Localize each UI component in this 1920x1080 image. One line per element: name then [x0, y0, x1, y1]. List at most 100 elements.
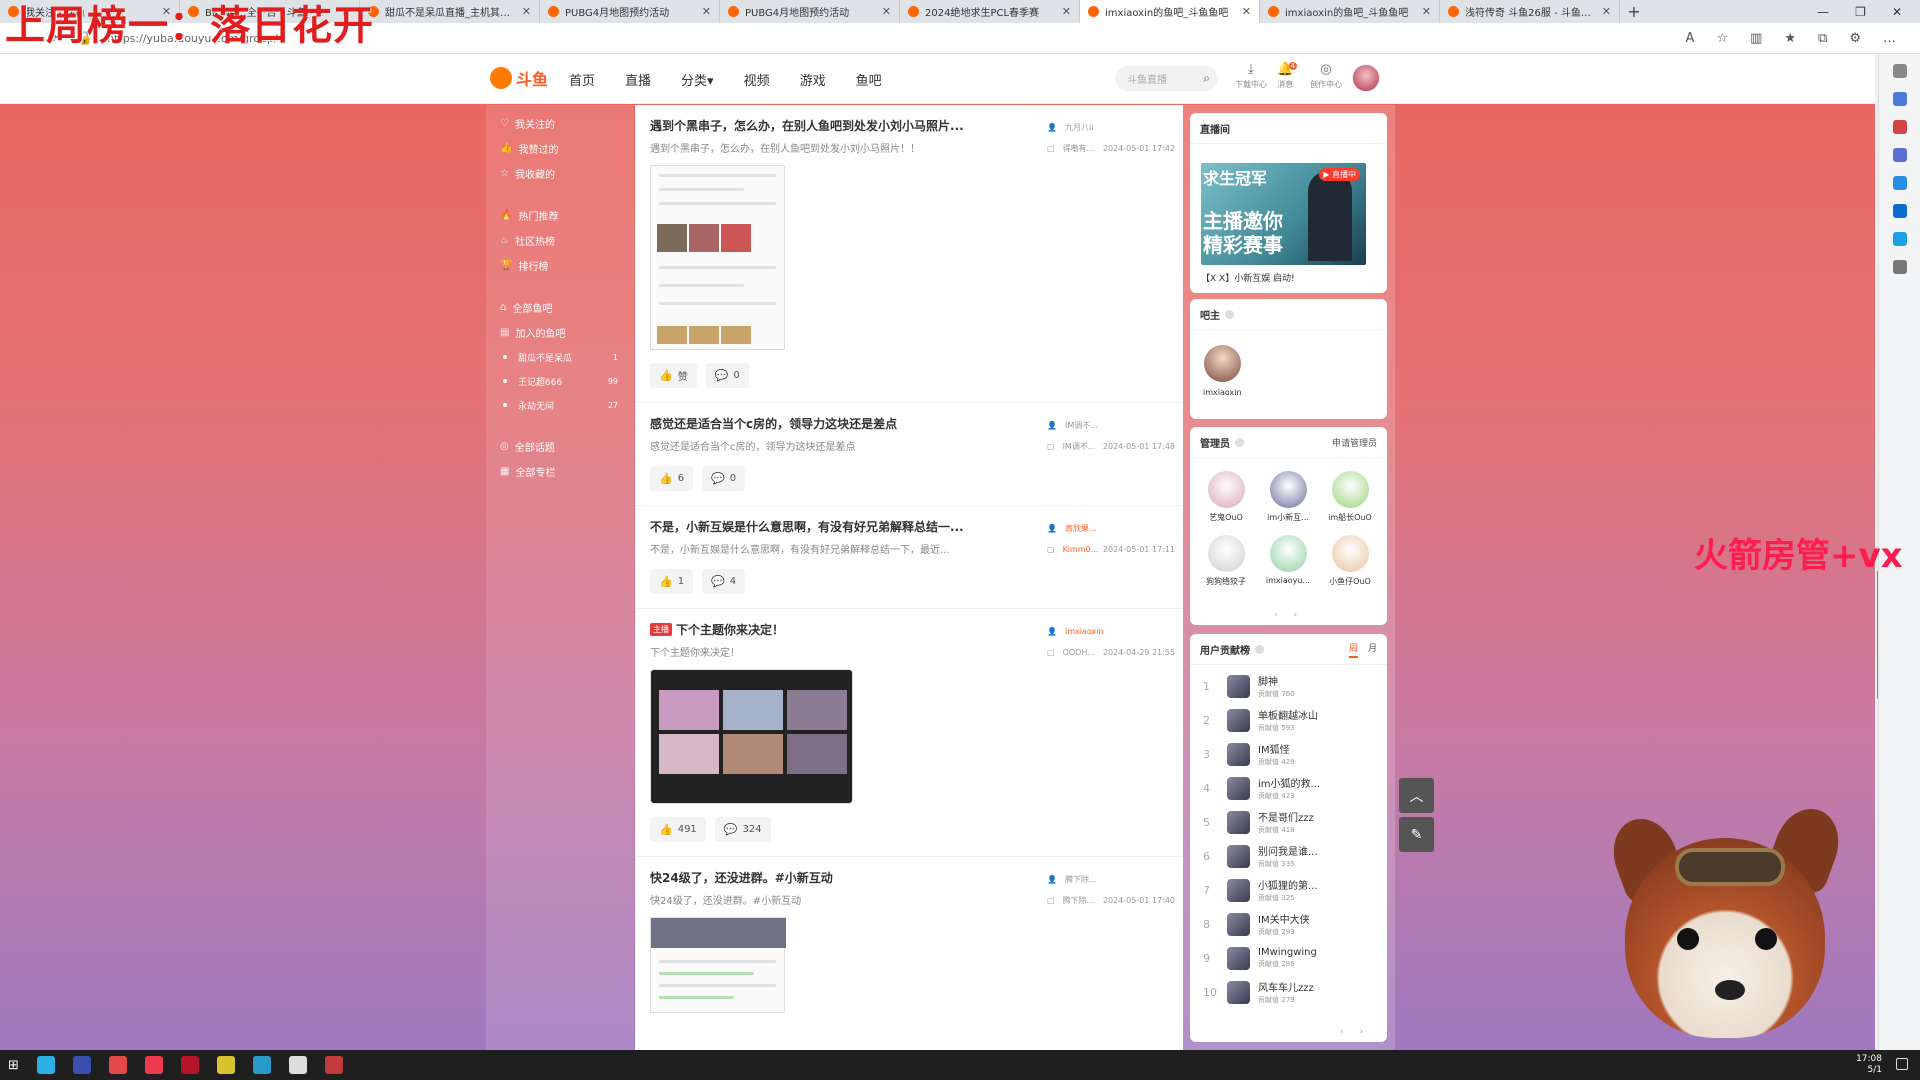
more-icon[interactable]: …	[1883, 31, 1896, 46]
left-menu-item[interactable]: ♡ 我关注的	[486, 111, 634, 136]
ranking-name[interactable]: 别问我是谁...	[1258, 843, 1318, 858]
left-menu-item[interactable]: ♨ 社区热榜	[486, 228, 634, 253]
post-image[interactable]	[650, 669, 853, 804]
moderator-avatar[interactable]	[1269, 471, 1307, 508]
ranking-name[interactable]: IMwingwing	[1258, 947, 1317, 958]
left-menu-item[interactable]: ◎ 全部话题	[486, 434, 634, 459]
moderator[interactable]: 小鱼仔OuO	[1320, 535, 1380, 587]
left-menu-item[interactable]: ▦ 全部专栏	[486, 459, 634, 484]
comment-button[interactable]: 💬 324	[714, 817, 771, 842]
favorite-icon[interactable]: ☆	[1716, 31, 1728, 46]
obs-icon[interactable]	[288, 1056, 307, 1074]
user-avatar[interactable]	[1352, 64, 1380, 92]
ranking-row[interactable]: 2 单板翻越冰山 贡献值 593	[1190, 703, 1387, 737]
ranking-row[interactable]: 5 不是哥们zzz 贡献值 418	[1190, 805, 1387, 839]
post-last-reply[interactable]: 腾下除...	[1063, 895, 1095, 906]
owner-avatar[interactable]	[1203, 345, 1241, 382]
nav-link[interactable]: 分类▾	[681, 70, 714, 89]
ranking-avatar[interactable]	[1227, 946, 1250, 970]
ranking-name[interactable]: 脚神	[1258, 673, 1295, 688]
like-button[interactable]: 👍 6	[650, 466, 694, 491]
left-menu-item[interactable]: 🏆 排行榜	[486, 253, 634, 278]
app-icon[interactable]	[72, 1056, 91, 1074]
browser-tab[interactable]: 2024绝地求生PCL春季赛 ✕	[900, 0, 1080, 23]
post-author[interactable]: IM调不...	[1065, 420, 1098, 431]
nav-link[interactable]: 直播	[625, 70, 651, 89]
ranking-name[interactable]: im小狐的救...	[1258, 775, 1320, 790]
search-input[interactable]: 斗鱼直播 ⌕	[1115, 66, 1218, 91]
post-item[interactable]: 感觉还是适合当个c房的，领导力这块还是差点 感觉还是适合当个c房的，领导力这块还…	[635, 403, 1183, 506]
post-image[interactable]	[650, 165, 785, 350]
split-icon[interactable]: ▥	[1750, 31, 1762, 46]
close-icon[interactable]: ✕	[1422, 5, 1431, 18]
ranking-avatar[interactable]	[1227, 674, 1250, 698]
search-icon[interactable]	[1892, 64, 1907, 78]
moderator-avatar[interactable]	[1207, 471, 1245, 508]
ranking-avatar[interactable]	[1227, 844, 1250, 868]
nav-link[interactable]: 鱼吧	[856, 70, 882, 89]
office-icon[interactable]	[1892, 176, 1907, 190]
browser-tab[interactable]: imxiaoxin的鱼吧_斗鱼鱼吧 ✕	[1260, 0, 1440, 23]
netease-icon[interactable]	[144, 1056, 163, 1074]
ranking-row[interactable]: 8 IM关中大侠 贡献值 293	[1190, 907, 1387, 941]
owner-profile[interactable]: imxiaoxin	[1203, 345, 1242, 397]
ranking-avatar[interactable]	[1227, 912, 1250, 936]
post-author[interactable]: 肯欣果...	[1065, 523, 1097, 534]
like-button[interactable]: 👍 491	[650, 817, 706, 842]
moderator[interactable]: im船长OuO	[1320, 471, 1380, 523]
ranking-row[interactable]: 9 IMwingwing 贡献值 286	[1190, 941, 1387, 975]
browser-tab[interactable]: 浅符传奇 斗鱼26服 - 斗鱼游戏中 ✕	[1440, 0, 1620, 23]
joined-bar-item[interactable]: 王记超666 99	[486, 369, 634, 393]
read-aloud-icon[interactable]: A	[1686, 31, 1695, 46]
joined-bar-item[interactable]: 甜瓜不是呆瓜 1	[486, 345, 634, 369]
left-menu-item[interactable]: 🔥 热门推荐	[486, 203, 634, 228]
close-window-icon[interactable]: ✕	[1892, 5, 1902, 19]
chrome-icon[interactable]	[108, 1056, 127, 1074]
next-icon[interactable]: ›	[1360, 1027, 1364, 1037]
browser-tab[interactable]: imxiaoxin的鱼吧_斗鱼鱼吧 ✕	[1080, 0, 1260, 23]
extensions-icon[interactable]: ⚙	[1849, 31, 1861, 46]
notification-icon[interactable]	[1896, 1058, 1908, 1070]
live-room-thumbnail[interactable]: 求生冠军 主播邀你 精彩赛事 ▶ 直播中	[1201, 163, 1366, 265]
close-icon[interactable]: ✕	[882, 5, 891, 18]
ranking-row[interactable]: 6 别问我是谁... 贡献值 335	[1190, 839, 1387, 873]
apply-mod-link[interactable]: 申请管理员	[1332, 436, 1377, 449]
clock[interactable]: 17:08 5/1	[1856, 1054, 1882, 1076]
moderator-avatar[interactable]	[1331, 471, 1369, 508]
ranking-row[interactable]: 7 小狐狸的第... 贡献值 325	[1190, 873, 1387, 907]
nav-link[interactable]: 游戏	[800, 70, 826, 89]
comment-button[interactable]: 💬 0	[705, 363, 749, 388]
left-menu-item[interactable]: ⌂ 全部鱼吧	[486, 295, 634, 320]
ranking-avatar[interactable]	[1227, 742, 1250, 766]
post-author[interactable]: 腾下除...	[1065, 874, 1097, 885]
messages[interactable]: 🔔 4 消息	[1277, 62, 1298, 90]
ranking-name[interactable]: IM关中大侠	[1258, 911, 1310, 926]
ranking-row[interactable]: 3 IM狐怪 贡献值 428	[1190, 737, 1387, 771]
moderator[interactable]: 艺鬼OuO	[1196, 471, 1256, 523]
moderator[interactable]: im小新互...	[1258, 471, 1318, 523]
minimize-icon[interactable]: —	[1817, 5, 1829, 19]
ranking-name[interactable]: IM狐怪	[1258, 741, 1295, 756]
moderator-avatar[interactable]	[1269, 535, 1307, 572]
new-tab-icon[interactable]: +	[1620, 2, 1648, 21]
next-icon[interactable]: ›	[1294, 610, 1298, 620]
moderator[interactable]: 狗狗络狡子	[1196, 535, 1256, 587]
douyu-app-icon[interactable]	[324, 1056, 343, 1074]
post-item[interactable]: 不是，小新互娱是什么意思啊，有没有好兄弟解释总结一... 不是，小新互娱是什么意…	[635, 506, 1183, 609]
windows-start-icon[interactable]: ⊞	[8, 1058, 19, 1073]
logo[interactable]: 斗鱼	[490, 66, 548, 90]
like-button[interactable]: 👍 1	[650, 569, 694, 594]
ranking-avatar[interactable]	[1227, 776, 1250, 800]
tools-icon[interactable]	[1892, 120, 1907, 134]
close-icon[interactable]: ✕	[1242, 5, 1251, 18]
joined-bar-item[interactable]: 永劫无间 27	[486, 393, 634, 417]
left-menu-item[interactable]: ☆ 我收藏的	[486, 161, 634, 186]
ranking-avatar[interactable]	[1227, 980, 1250, 1004]
post-item[interactable]: 遇到个黑串子，怎么办，在别人鱼吧到处发小刘小马照片... 遇到个黑串子，怎么办，…	[635, 105, 1183, 403]
search-icon[interactable]: ⌕	[1203, 71, 1210, 86]
prev-icon[interactable]: ‹	[1340, 1027, 1344, 1037]
compose-button[interactable]: ✎	[1399, 817, 1434, 852]
left-menu-item[interactable]: ▤ 加入的鱼吧	[486, 320, 634, 345]
maximize-icon[interactable]: ❐	[1855, 5, 1866, 19]
ranking-name[interactable]: 单板翻越冰山	[1258, 707, 1318, 722]
